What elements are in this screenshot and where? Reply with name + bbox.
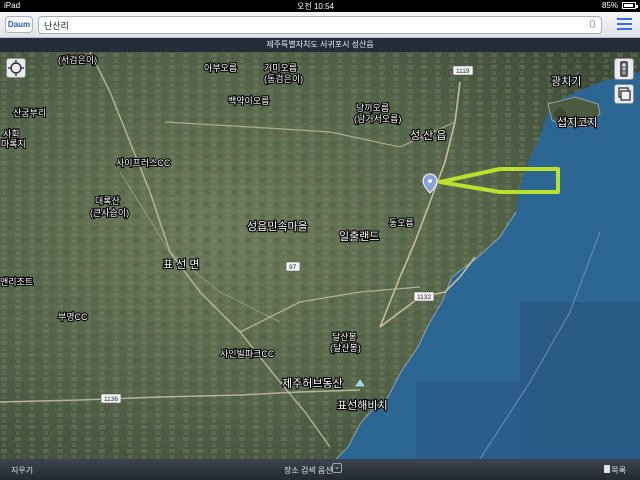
label-seopjikoji: 섭지코지	[557, 116, 597, 129]
road-shield-1136: 1136	[100, 393, 122, 404]
top-toolbar: Daum 난산리	[0, 12, 640, 38]
svg-text:1132: 1132	[417, 294, 431, 301]
current-location-button[interactable]	[6, 58, 26, 78]
map-view[interactable]: 1119 97 1132 1136 (서검은이) 아부오름 거미오름 (동검은이…	[0, 52, 640, 459]
satellite-map[interactable]: 1119 97 1132 1136 (서검은이) 아부오름 거미오름 (동검은이…	[0, 52, 640, 459]
chevron-down-icon[interactable]: ⌄	[332, 463, 342, 473]
layers-button[interactable]	[614, 84, 634, 104]
label-nangkkioreum: 낭끼오름	[356, 103, 389, 113]
battery-fill	[624, 4, 633, 7]
label-ilchullaend: 일출랜드	[339, 229, 379, 243]
label-baegyakioreum: 백약이오름	[228, 95, 269, 106]
menu-icon[interactable]	[617, 18, 632, 31]
label-dalsanbong: 달산봉	[332, 331, 357, 342]
label-gwangchigi: 광치기	[551, 75, 581, 88]
label-sainbeupakcc: 사인빌파크CC	[220, 349, 275, 359]
svg-text:97: 97	[289, 264, 297, 271]
search-options-button[interactable]: 장소 검색 옵션	[284, 465, 333, 476]
pin-dot	[428, 179, 432, 183]
label-saipeuleoseu: 사이프러스CC	[116, 158, 171, 168]
daum-logo[interactable]: Daum	[5, 16, 33, 33]
road-shield-1132: 1132	[413, 291, 435, 302]
search-input-value[interactable]: 난산리	[44, 19, 69, 32]
location-bar: 제주특별자치도 서귀포시 성산읍	[0, 38, 640, 52]
list-button[interactable]: 목록	[611, 465, 626, 476]
label-aenglijoteu: 앤리조트	[0, 277, 33, 287]
label-daeroksan: 대록산	[95, 196, 120, 206]
traffic-button[interactable]	[614, 58, 634, 80]
label-dongeomeuni: (동검은이)	[264, 73, 303, 84]
svg-text:1119: 1119	[456, 68, 470, 75]
sea-tile-mid	[416, 382, 520, 459]
clear-button[interactable]: 지우기	[11, 465, 33, 476]
crosshair-icon	[8, 60, 24, 76]
list-icon[interactable]	[604, 465, 610, 473]
microphone-icon[interactable]	[590, 20, 595, 28]
traffic-light-icon	[620, 61, 628, 77]
label-geomeunioreum: 거미오름	[264, 63, 297, 73]
label-sahoe: 사회	[3, 129, 20, 139]
label-seongsaneup: 성 산 읍	[410, 129, 446, 142]
label-pyoseonhaebi: 표선해비치	[337, 398, 388, 412]
clock: 오전 10:54	[297, 2, 334, 11]
sea-tile-dark	[520, 302, 640, 459]
status-bar: iPad 오전 10:54 85%	[0, 0, 640, 12]
label-keunsaseumi: (큰사슴이)	[90, 208, 129, 218]
label-seongeup: 성읍민속마을	[247, 220, 308, 233]
search-field[interactable]: 난산리	[38, 16, 602, 34]
battery-icon	[622, 2, 638, 9]
layers-icon	[618, 87, 631, 101]
device-name: iPad	[4, 1, 21, 10]
label-pyoseonmyeon: 표 선 면	[163, 258, 199, 271]
label-jejuhebeu: 제주허브동산	[282, 377, 343, 390]
label-abuoreum: 아부오름	[204, 63, 237, 73]
label-buyeongcc: 부영CC	[58, 312, 88, 322]
label-maroksi: 마록지	[1, 139, 26, 149]
bottom-toolbar: 지우기 장소 검색 옵션 ⌄ 목록	[0, 459, 640, 480]
road-shield-97: 97	[285, 261, 301, 272]
label-sangundburi: 산굼부리	[13, 108, 46, 118]
svg-text:1136: 1136	[104, 396, 118, 403]
label-dongoreum: 동오름	[389, 218, 414, 228]
label-namgeoseoreum: (남거서오름)	[354, 114, 401, 124]
label-dalsanbong-alt: (달산봉)	[330, 342, 361, 353]
road-shield-1119: 1119	[452, 65, 474, 76]
label-seogeoreum: (서검은이)	[58, 54, 97, 65]
battery-percent: 85%	[601, 1, 618, 10]
